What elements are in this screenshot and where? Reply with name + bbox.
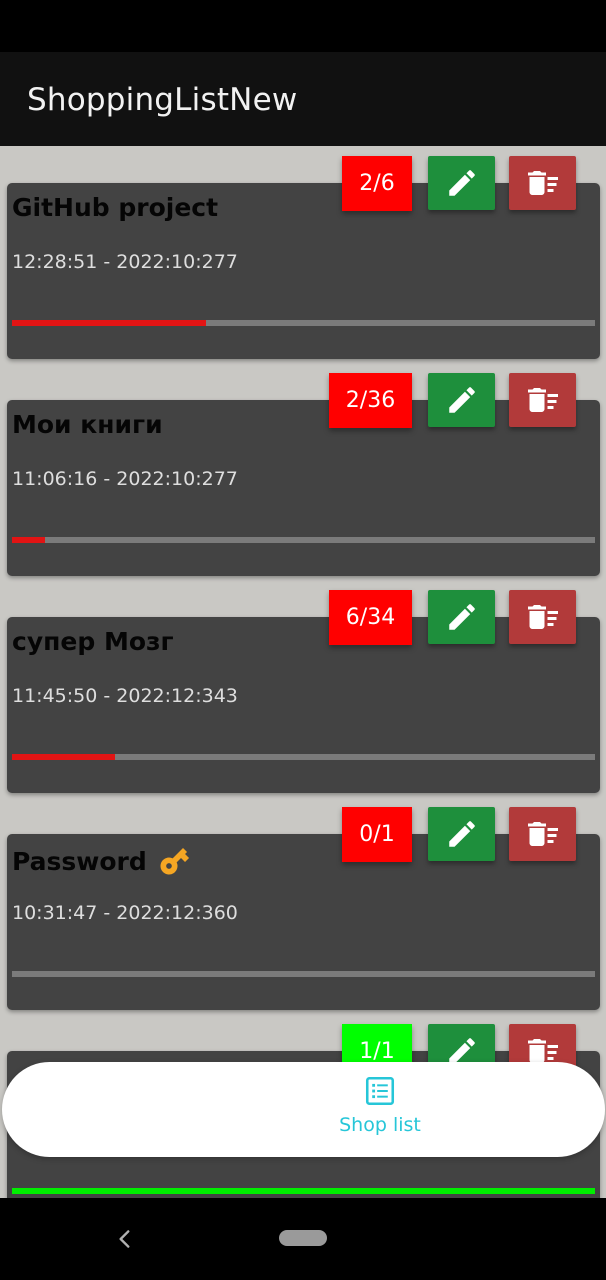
app-bar: ShoppingListNew [0,52,606,146]
status-bar [0,0,606,52]
list-item[interactable]: Мои книги 11:06:16 - 2022:10:277 2/36 [0,363,606,576]
back-chevron-icon[interactable] [112,1226,138,1252]
list-timestamp: 11:06:16 - 2022:10:277 [12,468,238,490]
item-counter-badge: 2/36 [329,373,412,428]
list-title: Мои книги [12,410,163,439]
list-item[interactable]: Password 10:31:47 - 2022:12:360 0/1 [0,797,606,1010]
list-timestamp: 10:31:47 - 2022:12:360 [12,902,238,924]
system-navigation-bar [0,1198,606,1280]
edit-button[interactable] [428,590,495,644]
home-pill[interactable] [279,1230,327,1246]
pencil-icon [448,170,475,196]
delete-button[interactable] [509,373,576,427]
list-title: GitHub project [12,193,219,222]
progress-fill [12,320,207,326]
list-timestamp: 11:45:50 - 2022:12:343 [12,685,238,707]
list-icon [365,1076,395,1106]
item-counter-badge: 0/1 [342,807,412,862]
progress-bar [12,320,595,326]
item-counter-badge: 2/6 [342,156,412,211]
delete-sweep-icon [527,605,558,629]
nav-item-shop-list[interactable]: Shop list [322,1074,438,1148]
delete-button[interactable] [509,807,576,861]
bottom-navigation: Shop list [2,1062,605,1157]
progress-fill [12,537,45,543]
progress-fill [12,1188,595,1194]
delete-sweep-icon [527,171,558,195]
list-title: Password [12,844,191,878]
list-item[interactable]: GitHub project 12:28:51 - 2022:10:277 2/… [0,146,606,359]
pencil-icon [448,387,475,413]
edit-button[interactable] [428,156,495,210]
progress-bar [12,537,595,543]
item-counter-badge: 6/34 [329,590,412,645]
shopping-lists[interactable]: GitHub project 12:28:51 - 2022:10:277 2/… [0,146,606,1198]
progress-bar [12,754,595,760]
progress-bar [12,971,595,977]
edit-button[interactable] [428,373,495,427]
list-title: супер Мозг [12,627,174,656]
delete-sweep-icon [527,388,558,412]
app-title: ShoppingListNew [27,82,298,118]
progress-bar [12,1188,595,1194]
delete-sweep-icon [527,822,558,846]
list-item[interactable]: супер Мозг 11:45:50 - 2022:12:343 6/34 [0,580,606,793]
nav-label: Shop list [339,1114,421,1136]
delete-button[interactable] [509,156,576,210]
pencil-icon [448,821,475,847]
progress-fill [12,754,115,760]
list-timestamp: 12:28:51 - 2022:10:277 [12,251,238,273]
pencil-icon [448,604,475,630]
delete-button[interactable] [509,590,576,644]
key-icon [160,847,189,875]
edit-button[interactable] [428,807,495,861]
